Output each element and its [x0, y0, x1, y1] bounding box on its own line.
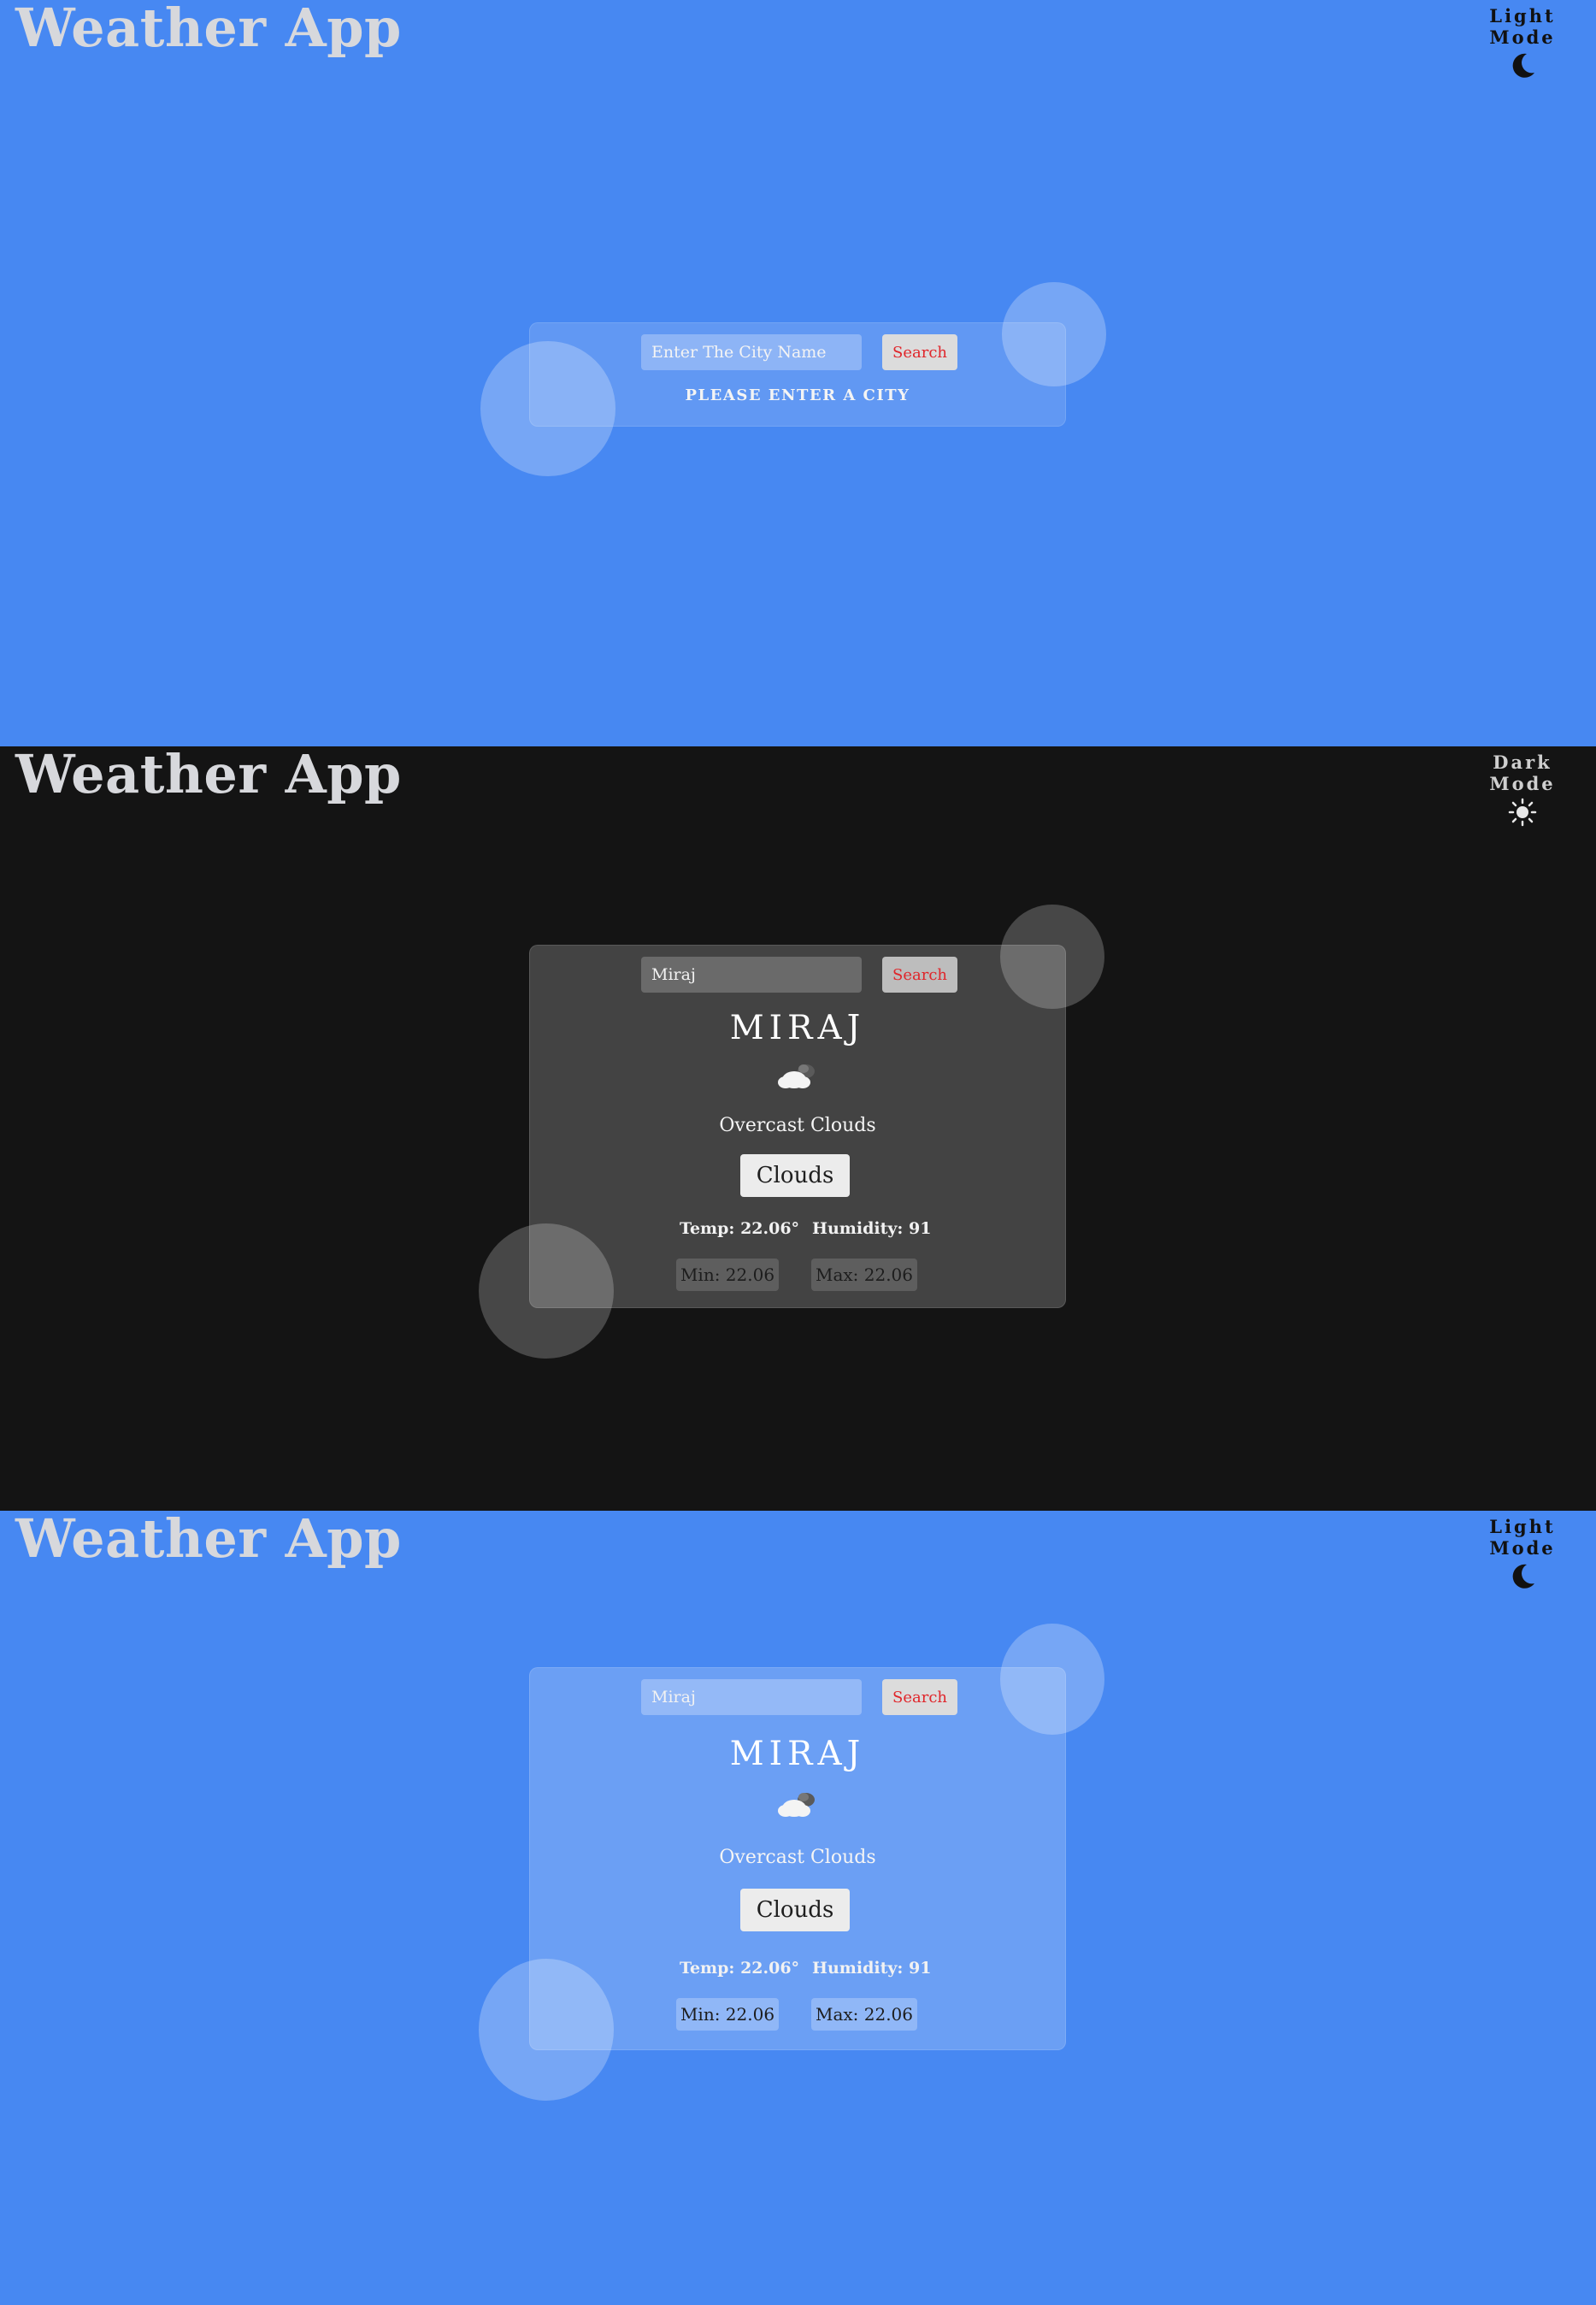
city-name: MIRAJ — [729, 1009, 866, 1047]
city-search-input[interactable] — [641, 1679, 862, 1715]
theme-toggle-label: Light Mode — [1489, 1516, 1556, 1559]
theme-toggle-label: Light Mode — [1489, 5, 1556, 48]
theme-toggle[interactable]: Dark Mode — [1463, 752, 1582, 830]
humidity: Humidity: 91 — [812, 1219, 932, 1238]
search-button[interactable]: Search — [882, 957, 957, 993]
weather-card: Search PLEASE ENTER A CITY — [529, 322, 1066, 427]
moon-icon — [1508, 1562, 1537, 1595]
theme-toggle[interactable]: Light Mode — [1463, 5, 1582, 84]
screen-dark-results: Weather App Dark Mode Search MIRAJ — [0, 746, 1596, 1511]
city-name: MIRAJ — [729, 1735, 866, 1773]
weather-description: Overcast Clouds — [719, 1847, 876, 1868]
search-button[interactable]: Search — [882, 334, 957, 370]
weather-description: Overcast Clouds — [719, 1115, 876, 1136]
city-search-input[interactable] — [641, 957, 862, 993]
search-bar: Search — [641, 957, 966, 993]
screen-light-results: Weather App Light Mode Search MIRAJ Over… — [0, 1511, 1596, 2305]
theme-toggle-label: Dark Mode — [1489, 752, 1556, 794]
weather-card: Search MIRAJ Overcast Clouds Clouds Temp… — [529, 945, 1066, 1308]
min-temp: Min: 22.06 — [676, 1998, 779, 2031]
weather-card: Search MIRAJ Overcast Clouds Clouds Temp… — [529, 1667, 1066, 2050]
min-temp: Min: 22.06 — [676, 1259, 779, 1291]
search-bar: Search — [641, 334, 966, 370]
app-title: Weather App — [15, 746, 402, 805]
app-title: Weather App — [15, 0, 402, 59]
weather-main-badge: Clouds — [740, 1154, 850, 1197]
status-message: PLEASE ENTER A CITY — [685, 386, 910, 404]
search-bar: Search — [641, 1679, 966, 1715]
theme-toggle[interactable]: Light Mode — [1463, 1516, 1582, 1595]
temperature: Temp: 22.06° — [680, 1959, 800, 1978]
max-temp: Max: 22.06 — [811, 1259, 917, 1291]
sun-icon — [1508, 798, 1537, 830]
city-search-input[interactable] — [641, 334, 862, 370]
app-title: Weather App — [15, 1511, 402, 1570]
search-button[interactable]: Search — [882, 1679, 957, 1715]
cloud-icon — [530, 1061, 1065, 1096]
cloud-icon — [530, 1789, 1065, 1825]
humidity: Humidity: 91 — [812, 1959, 932, 1978]
moon-icon — [1508, 51, 1537, 84]
weather-main-badge: Clouds — [740, 1889, 850, 1931]
screen-light-empty: Weather App Light Mode Search PLEASE ENT… — [0, 0, 1596, 746]
max-temp: Max: 22.06 — [811, 1998, 917, 2031]
temperature: Temp: 22.06° — [680, 1219, 800, 1238]
